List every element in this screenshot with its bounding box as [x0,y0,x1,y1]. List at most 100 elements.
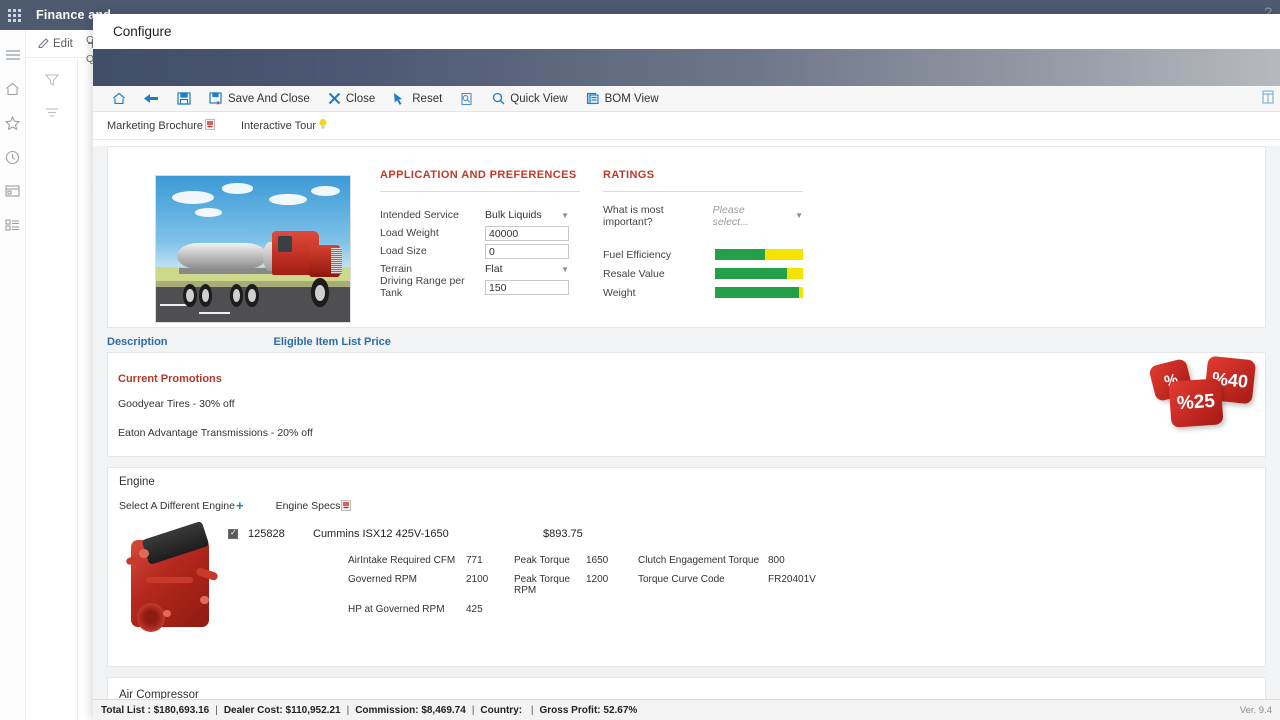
version-label: Ver. 9.4 [1239,704,1272,716]
reset-button[interactable]: Reset [384,86,451,112]
home-icon[interactable] [2,72,24,106]
marketing-brochure-link[interactable]: Marketing Brochure [107,118,215,133]
dealer-cost-label: Dealer Cost: [223,704,283,716]
weight-bar [715,287,803,298]
back-button[interactable] [135,86,168,112]
engine-item-price: $893.75 [543,528,583,540]
table-row: Governed RPM 2100 Peak Torque RPM 1200 T… [348,574,816,604]
app-grid-icon[interactable] [0,8,28,22]
field-load-size: Load Size 0 [380,242,580,260]
gross-profit-label: Gross Profit: [539,704,601,716]
spec-label: Peak Torque [514,555,570,566]
close-label: Close [345,92,376,105]
filter-icon[interactable] [42,70,62,90]
save-and-close-label: Save And Close [228,92,310,105]
intended-service-label: Intended Service [380,209,459,221]
modal-title: Configure [93,14,1280,49]
weight-label: Weight [603,286,636,299]
spec-value: 2100 [466,574,489,585]
configure-modal: Configure x Save And Close Close Reset Q… [93,14,1280,720]
engine-checkbox[interactable] [228,528,238,539]
driving-range-label: Driving Range per Tank [380,275,465,299]
marketing-brochure-label: Marketing Brochure [107,119,203,132]
application-prefs-heading: APPLICATION AND PREFERENCES [380,169,577,181]
interactive-tour-link[interactable]: Interactive Tour [241,118,328,133]
spec-label: Torque Curve Code [638,574,725,585]
configurator-toolbar: x Save And Close Close Reset Quick View … [93,86,1280,112]
engine-item-row: 125828 Cummins ISX12 425V-1650 $893.75 [228,528,583,540]
engine-item-name: Cummins ISX12 425V-1650 [313,528,449,540]
most-important-select[interactable]: Please select... ▼ [713,204,803,228]
spec-label-empty [638,604,768,623]
pdf-icon [205,118,215,133]
bom-view-button[interactable]: BOM View [577,86,668,112]
nav-rail [0,30,26,720]
country-label: Country: [480,704,523,716]
commission-value: $8,469.74 [421,704,466,716]
search-doc-button[interactable] [451,86,483,112]
fuel-efficiency-bar [715,249,803,260]
report-icon[interactable] [2,174,24,208]
interactive-tour-label: Interactive Tour [241,119,317,132]
engine-specs-label: Engine Specs [275,499,341,512]
spec-value-empty [586,604,638,623]
intended-service-value: Bulk Liquids [485,209,542,221]
promotions-card: Current Promotions Goodyear Tires - 30% … [107,352,1266,457]
spec-value: 1650 [586,555,609,566]
status-bar: Total List : $180,693.16 | Dealer Cost: … [93,699,1280,720]
tab-eligible-item-list-price[interactable]: Eligible Item List Price [274,336,391,348]
select-different-engine-link[interactable]: Select A Different Engine + [119,498,244,513]
promotion-item: Eaton Advantage Transmissions - 20% off [118,427,313,439]
gross-profit-value: 52.67% [603,704,638,716]
field-driving-range: Driving Range per Tank 150 [380,275,580,299]
load-weight-label: Load Weight [380,227,439,239]
engine-specs-link[interactable]: Engine Specs [276,498,352,513]
description-tabs: Description Eligible Item List Price [93,328,1280,348]
pdf-icon [341,500,352,511]
chevron-down-icon: ▼ [561,264,569,274]
rating-row-fuel-efficiency: Fuel Efficiency [603,245,803,264]
edit-button[interactable]: Edit [38,38,73,50]
bom-view-label: BOM View [604,92,659,105]
save-button[interactable] [168,86,200,112]
promotion-item: Goodyear Tires - 30% off [118,398,235,410]
close-button[interactable]: Close [319,86,384,112]
intended-service-select[interactable]: Bulk Liquids ▼ [485,209,569,221]
application-preferences-card: APPLICATION AND PREFERENCES Intended Ser… [107,146,1266,328]
spec-label: Peak Torque RPM [514,574,570,596]
field-intended-service: Intended Service Bulk Liquids ▼ [380,206,580,224]
promotions-heading: Current Promotions [118,373,222,385]
list-icon[interactable] [2,208,24,242]
load-size-input[interactable]: 0 [485,243,569,259]
chevron-down-icon: ▼ [561,210,569,220]
total-list-value: $180,693.16 [153,704,210,716]
engine-item-id: 125828 [248,528,285,540]
ratings-section: RATINGS What is most important? Please s… [603,169,803,302]
engine-card: Engine Select A Different Engine + Engin… [107,467,1266,667]
panel-icon[interactable] [1262,90,1274,109]
load-weight-input[interactable]: 40000 [485,225,569,241]
spec-label: HP at Governed RPM [348,604,445,615]
hamburger-icon[interactable] [2,38,24,72]
resale-value-label: Resale Value [603,267,665,280]
save-and-close-button[interactable]: x Save And Close [200,86,319,112]
star-icon[interactable] [2,106,24,140]
terrain-value: Flat [485,263,503,275]
sort-icon[interactable] [42,102,62,122]
edit-label: Edit [53,37,73,50]
spec-label: AirIntake Required CFM [348,555,456,566]
driving-range-input[interactable]: 150 [485,279,569,295]
tab-description[interactable]: Description [107,336,168,348]
load-size-label: Load Size [380,245,427,257]
document-links-row: Marketing Brochure Interactive Tour [93,112,1280,140]
svg-text:x: x [217,100,220,105]
ratings-heading: RATINGS [603,169,655,181]
configurator-body: APPLICATION AND PREFERENCES Intended Ser… [93,146,1280,720]
quick-view-button[interactable]: Quick View [483,86,576,112]
plus-icon: + [235,498,244,513]
reset-label: Reset [412,92,443,105]
terrain-select[interactable]: Flat ▼ [485,263,569,275]
application-and-preferences-section: APPLICATION AND PREFERENCES Intended Ser… [380,169,580,299]
home-button[interactable] [103,86,135,112]
clock-icon[interactable] [2,140,24,174]
